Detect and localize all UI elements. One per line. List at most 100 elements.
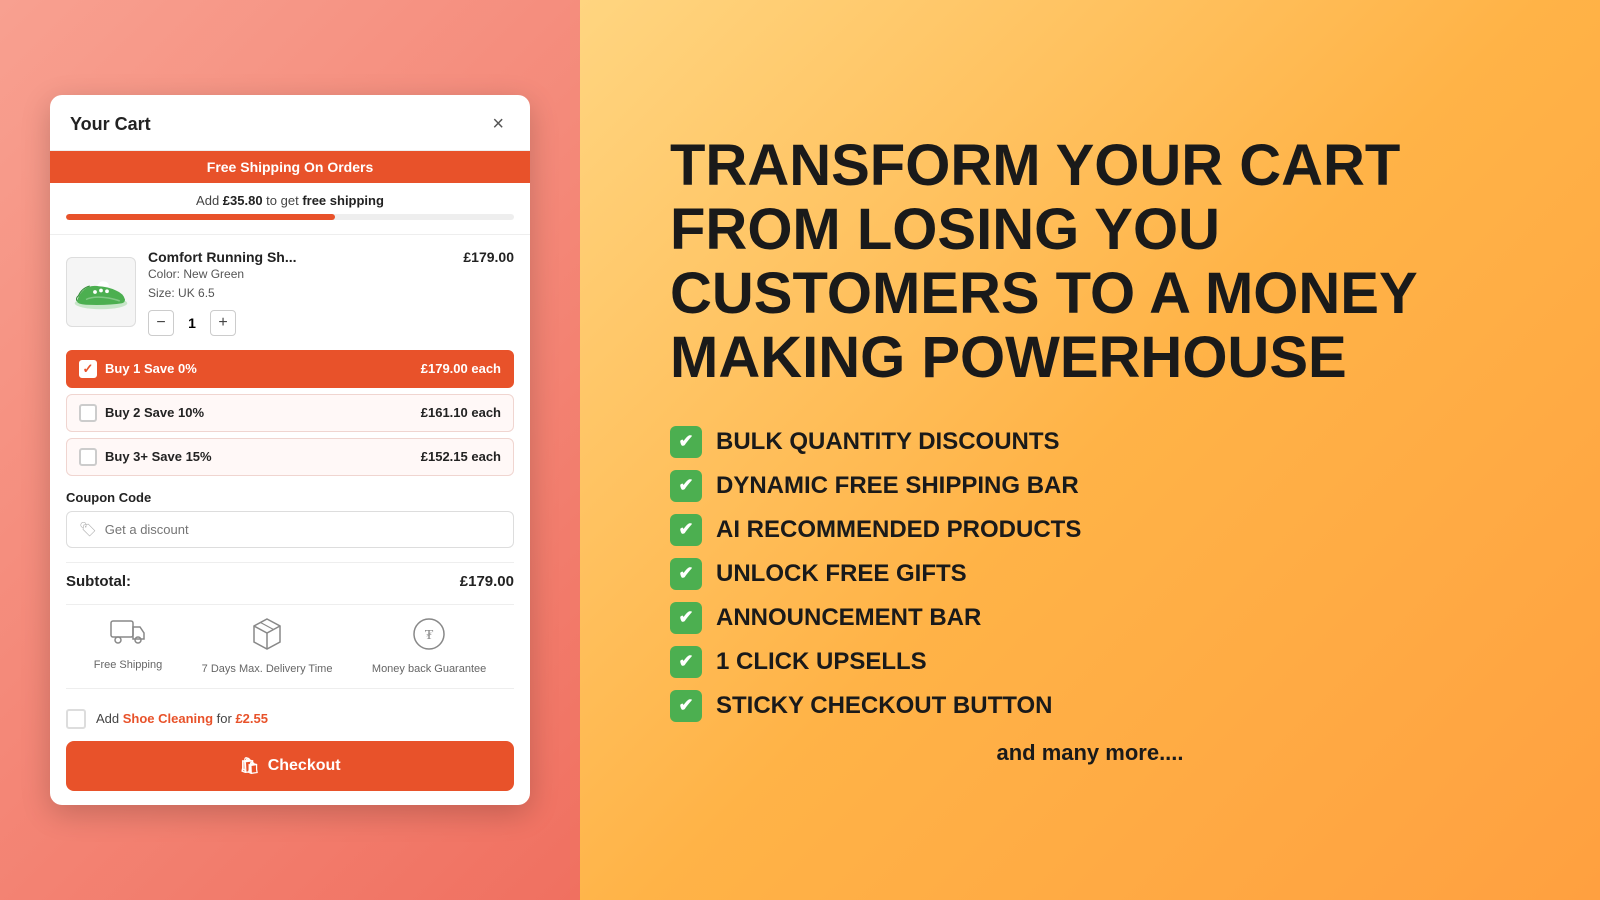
coupon-label: Coupon Code [66,490,514,505]
progress-track [66,214,514,220]
quantity-decrease-button[interactable]: − [148,310,174,336]
checkout-button[interactable]: 🛍 Checkout [66,741,514,791]
trust-badge-delivery: 7 Days Max. Delivery Time [202,617,333,676]
color-value: New Green [183,267,244,281]
bulk-option-3-left: Buy 3+ Save 15% [79,448,212,466]
right-panel: TRANSFORM YOUR CART FROM LOSING YOU CUST… [580,0,1600,900]
bulk-label-1: Buy 1 Save 0% [105,361,197,376]
shipping-progress-section: Add £35.80 to get free shipping [50,183,530,235]
bulk-option-3[interactable]: Buy 3+ Save 15% £152.15 each [66,438,514,476]
product-price: £179.00 [463,249,514,265]
bulk-checkbox-1: ✓ [79,360,97,378]
addon-checkbox[interactable] [66,709,86,729]
size-label: Size: [148,286,175,300]
cart-title: Your Cart [70,114,151,135]
subtotal-row: Subtotal: £179.00 [66,562,514,604]
feature-label-3: AI RECOMMENDED PRODUCTS [716,516,1081,544]
bulk-price-3: £152.15 each [421,449,501,464]
addon-text: Add Shoe Cleaning for £2.55 [96,711,268,726]
box-icon [252,617,282,658]
close-button[interactable]: × [486,111,510,138]
progress-amount: £35.80 [223,193,263,208]
addon-middle: for [213,711,235,726]
headline: TRANSFORM YOUR CART FROM LOSING YOU CUST… [670,134,1510,389]
bulk-option-1[interactable]: ✓ Buy 1 Save 0% £179.00 each [66,350,514,388]
quantity-increase-button[interactable]: + [210,310,236,336]
check-icon-3: ✔ [670,514,702,546]
check-icon-7: ✔ [670,690,702,722]
progress-prefix: Add [196,193,223,208]
bulk-check-icon-1: ✓ [83,361,94,377]
bulk-label-3: Buy 3+ Save 15% [105,449,212,464]
addon-price: £2.55 [235,711,268,726]
cart-modal: Your Cart × Free Shipping On Orders Add … [50,95,530,805]
subtotal-label: Subtotal: [66,573,131,590]
trust-badge-moneyback-label: Money back Guarantee [372,662,486,676]
product-meta: Color: New Green Size: UK 6.5 [148,265,514,303]
cart-body: Comfort Running Sh... £179.00 Color: New… [50,235,530,805]
check-icon-1: ✔ [670,426,702,458]
bulk-options: ✓ Buy 1 Save 0% £179.00 each Buy 2 Save … [66,350,514,476]
feature-label-1: BULK QUANTITY DISCOUNTS [716,428,1060,456]
product-name: Comfort Running Sh... [148,249,297,265]
feature-item-3: ✔ AI RECOMMENDED PRODUCTS [670,514,1510,546]
left-panel: Your Cart × Free Shipping On Orders Add … [0,0,580,900]
feature-item-6: ✔ 1 CLICK UPSELLS [670,646,1510,678]
bulk-option-1-left: ✓ Buy 1 Save 0% [79,360,197,378]
feature-label-7: STICKY CHECKOUT BUTTON [716,692,1052,720]
checkout-icon: 🛍 [239,756,259,776]
trust-badge-shipping: Free Shipping [94,617,163,676]
moneyback-icon: ₮ [412,617,446,658]
progress-fill [66,214,335,220]
shipping-progress-text: Add £35.80 to get free shipping [66,193,514,208]
coupon-input-wrapper[interactable]: 🏷 [66,511,514,548]
progress-free-label: free shipping [302,193,384,208]
feature-item-5: ✔ ANNOUNCEMENT BAR [670,602,1510,634]
bulk-label-2: Buy 2 Save 10% [105,405,204,420]
feature-item-7: ✔ STICKY CHECKOUT BUTTON [670,690,1510,722]
size-value: UK 6.5 [178,286,215,300]
bulk-checkbox-3 [79,448,97,466]
features-list: ✔ BULK QUANTITY DISCOUNTS ✔ DYNAMIC FREE… [670,426,1510,722]
truck-icon [110,617,146,654]
svg-text:₮: ₮ [425,628,434,643]
product-name-row: Comfort Running Sh... £179.00 [148,249,514,265]
progress-suffix: to get [263,193,303,208]
product-image [66,257,136,327]
feature-label-2: DYNAMIC FREE SHIPPING BAR [716,472,1079,500]
feature-item-1: ✔ BULK QUANTITY DISCOUNTS [670,426,1510,458]
coupon-input[interactable] [105,522,501,537]
trust-badge-shipping-label: Free Shipping [94,658,163,672]
checkout-label: Checkout [268,757,341,775]
feature-label-4: UNLOCK FREE GIFTS [716,560,967,588]
coupon-icon: 🏷 [79,521,97,538]
check-icon-4: ✔ [670,558,702,590]
and-more-text: and many more.... [670,740,1510,766]
addon-row: Add Shoe Cleaning for £2.55 [66,701,514,741]
coupon-section: Coupon Code 🏷 [66,490,514,548]
bulk-price-1: £179.00 each [421,361,501,376]
trust-badge-moneyback: ₮ Money back Guarantee [372,617,486,676]
trust-badges: Free Shipping 7 Days Max. Delivery Time [66,604,514,689]
cart-header: Your Cart × [50,95,530,151]
bulk-option-2-left: Buy 2 Save 10% [79,404,204,422]
bulk-checkbox-2 [79,404,97,422]
quantity-value: 1 [182,315,202,331]
subtotal-value: £179.00 [460,573,514,590]
free-shipping-banner: Free Shipping On Orders [50,151,530,183]
feature-item-2: ✔ DYNAMIC FREE SHIPPING BAR [670,470,1510,502]
check-icon-2: ✔ [670,470,702,502]
check-icon-6: ✔ [670,646,702,678]
feature-label-5: ANNOUNCEMENT BAR [716,604,981,632]
right-content: TRANSFORM YOUR CART FROM LOSING YOU CUST… [670,134,1510,765]
product-info: Comfort Running Sh... £179.00 Color: New… [148,249,514,335]
color-label: Color: [148,267,180,281]
bulk-price-2: £161.10 each [421,405,501,420]
bulk-option-2[interactable]: Buy 2 Save 10% £161.10 each [66,394,514,432]
check-icon-5: ✔ [670,602,702,634]
trust-badge-delivery-label: 7 Days Max. Delivery Time [202,662,333,676]
feature-item-4: ✔ UNLOCK FREE GIFTS [670,558,1510,590]
addon-prefix: Add [96,711,123,726]
addon-product: Shoe Cleaning [123,711,213,726]
product-item: Comfort Running Sh... £179.00 Color: New… [66,249,514,335]
